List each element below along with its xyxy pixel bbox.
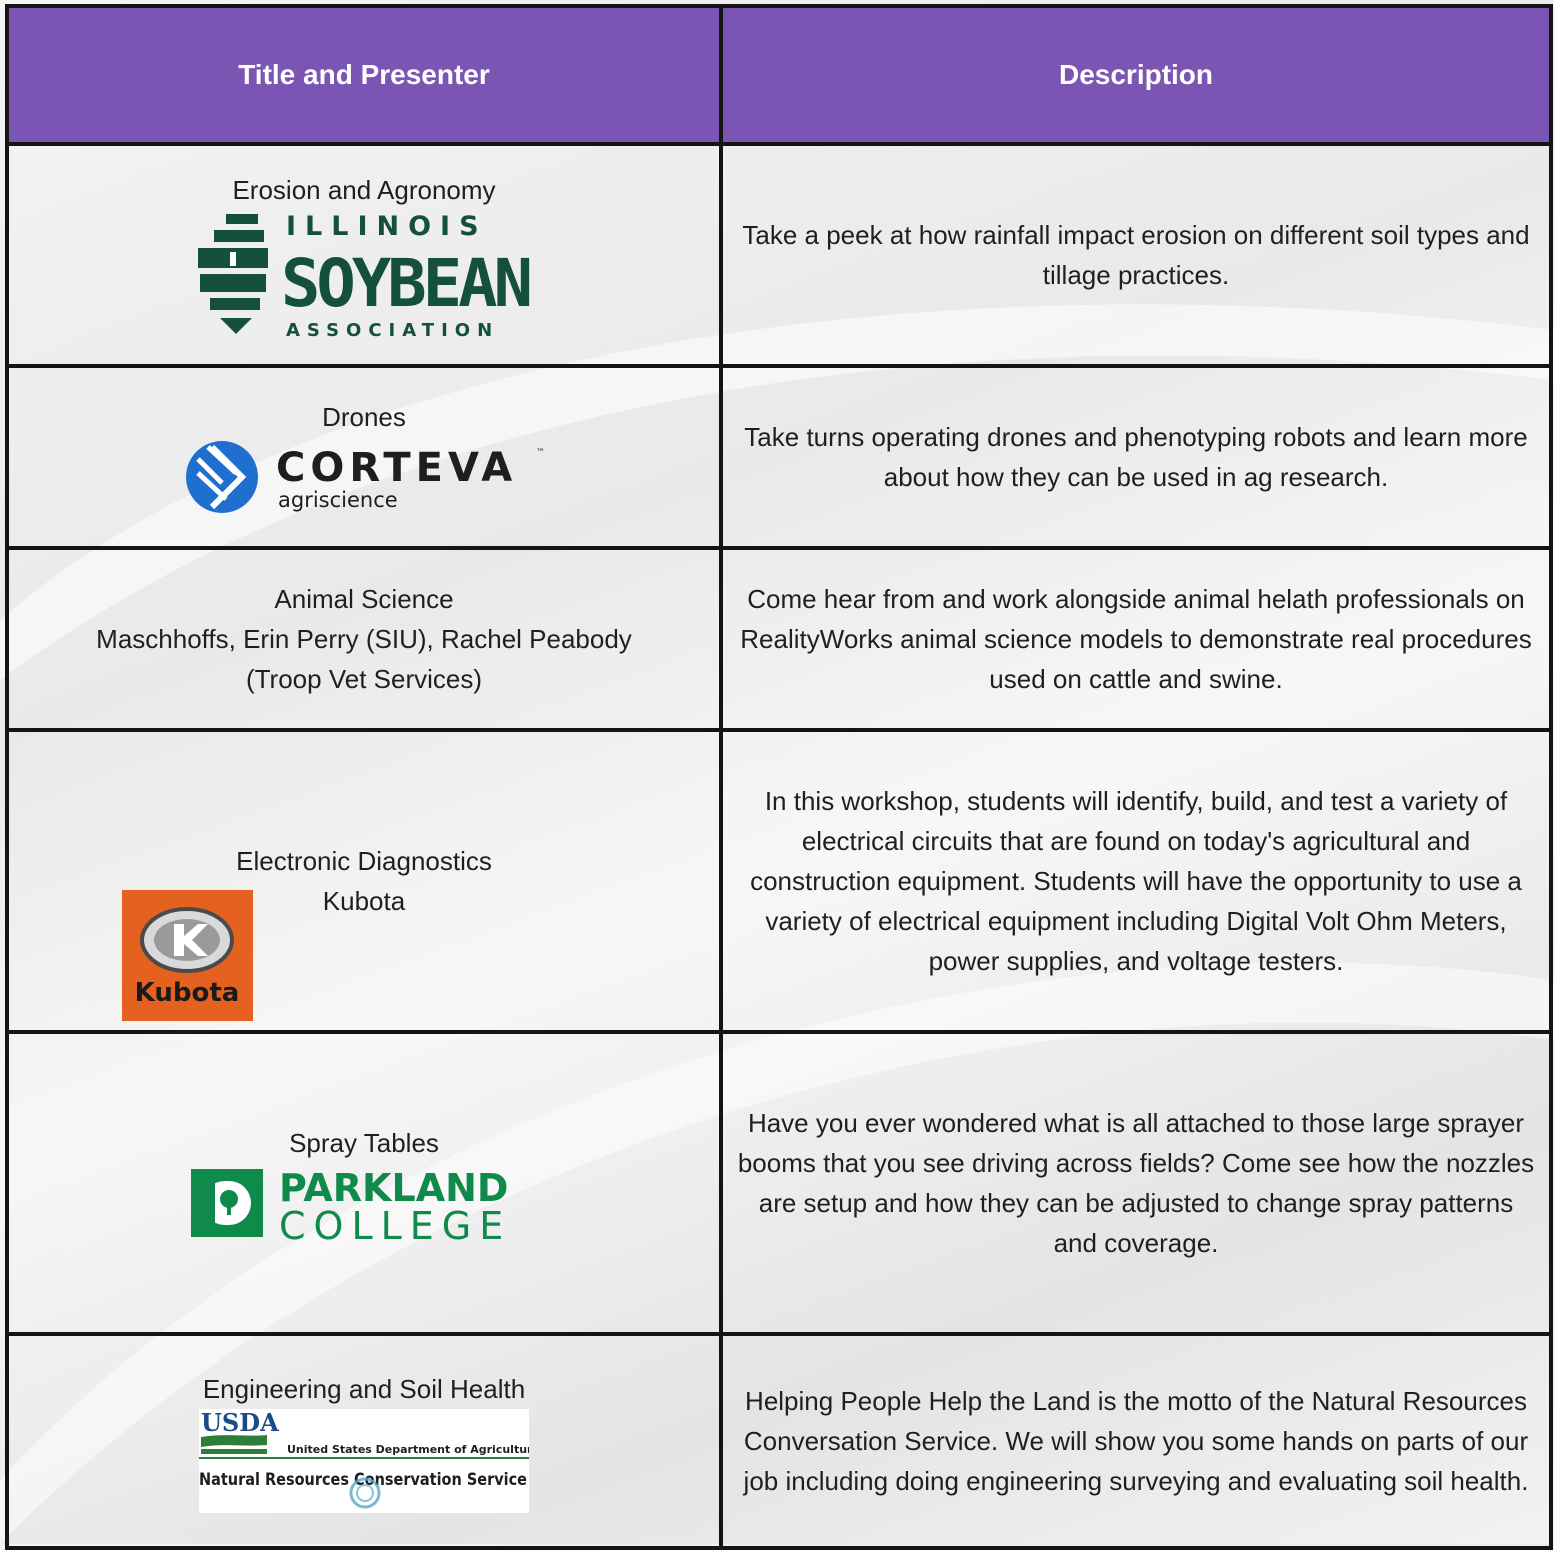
kubota-logo: Kubota bbox=[122, 890, 253, 1021]
parkland-college-logo: PARKLAND COLLEGE bbox=[191, 1166, 511, 1243]
logo-text-illinois: ILLINOIS bbox=[286, 211, 488, 242]
session-title: Erosion and Agronomy bbox=[232, 175, 496, 205]
illinois-soybean-logo: ILLINOIS SOYBEAN ASSOCIATION bbox=[198, 211, 533, 340]
session-title: Electronic Diagnostics bbox=[236, 846, 492, 876]
session-title: Engineering and Soil Health bbox=[202, 1374, 526, 1404]
logo-text-kubota: Kubota bbox=[135, 978, 240, 1008]
table-row: Engineering and Soil Health USDA United … bbox=[5, 1332, 1553, 1550]
title-cell: Animal Science Maschhoffs, Erin Perry (S… bbox=[5, 546, 723, 732]
table-row: Spray Tables PARKLAND COLLEGE Have you e… bbox=[5, 1030, 1553, 1336]
logo-text-department: United States Department of Agriculture bbox=[287, 1443, 529, 1456]
table-row: Animal Science Maschhoffs, Erin Perry (S… bbox=[5, 546, 1553, 732]
logo-text-usda: USDA bbox=[201, 1409, 279, 1437]
header-row: Title and Presenter Description bbox=[5, 4, 1553, 146]
description-cell: Have you ever wondered what is all attac… bbox=[719, 1030, 1553, 1336]
description-cell: Take a peek at how rainfall impact erosi… bbox=[719, 142, 1553, 368]
table-row: Electronic Diagnostics Kubota Kubota In … bbox=[5, 728, 1553, 1034]
session-title: Drones bbox=[322, 402, 406, 432]
logo-text-corteva: CORTEVA bbox=[276, 445, 517, 491]
description-cell: In this workshop, students will identify… bbox=[719, 728, 1553, 1034]
description-cell: Helping People Help the Land is the mott… bbox=[719, 1332, 1553, 1550]
corteva-logo: CORTEVA ™ agriscience bbox=[186, 441, 544, 513]
table-row: Erosion and Agronomy ILLINOIS SOYBEAN AS… bbox=[5, 142, 1553, 368]
title-cell: Drones CORTEVA ™ agriscience bbox=[5, 364, 723, 550]
title-cell: Electronic Diagnostics Kubota Kubota bbox=[5, 728, 723, 1034]
header-title-presenter: Title and Presenter bbox=[5, 4, 723, 146]
title-cell: Engineering and Soil Health USDA United … bbox=[5, 1332, 723, 1550]
session-title: Spray Tables bbox=[289, 1128, 439, 1158]
header-description: Description bbox=[719, 4, 1553, 146]
usda-nrcs-logo: USDA United States Department of Agricul… bbox=[199, 1409, 529, 1513]
logo-text-agriscience: agriscience bbox=[278, 488, 398, 512]
description-cell: Come hear from and work alongside animal… bbox=[719, 546, 1553, 732]
title-cell: Erosion and Agronomy ILLINOIS SOYBEAN AS… bbox=[5, 142, 723, 368]
logo-text-association: ASSOCIATION bbox=[286, 320, 499, 340]
logo-text-college: COLLEGE bbox=[279, 1204, 511, 1243]
logo-tm: ™ bbox=[536, 448, 544, 458]
table-row: Drones CORTEVA ™ agriscience Take turns … bbox=[5, 364, 1553, 550]
description-cell: Take turns operating drones and phenotyp… bbox=[719, 364, 1553, 550]
workshop-table: Title and Presenter Description Erosion … bbox=[5, 4, 1553, 1550]
session-presenter: Maschhoffs, Erin Perry (SIU), Rachel Pea… bbox=[96, 624, 632, 694]
title-cell: Spray Tables PARKLAND COLLEGE bbox=[5, 1030, 723, 1336]
logo-text-soybean: SOYBEAN bbox=[281, 245, 529, 322]
session-title: Animal Science bbox=[274, 584, 454, 614]
